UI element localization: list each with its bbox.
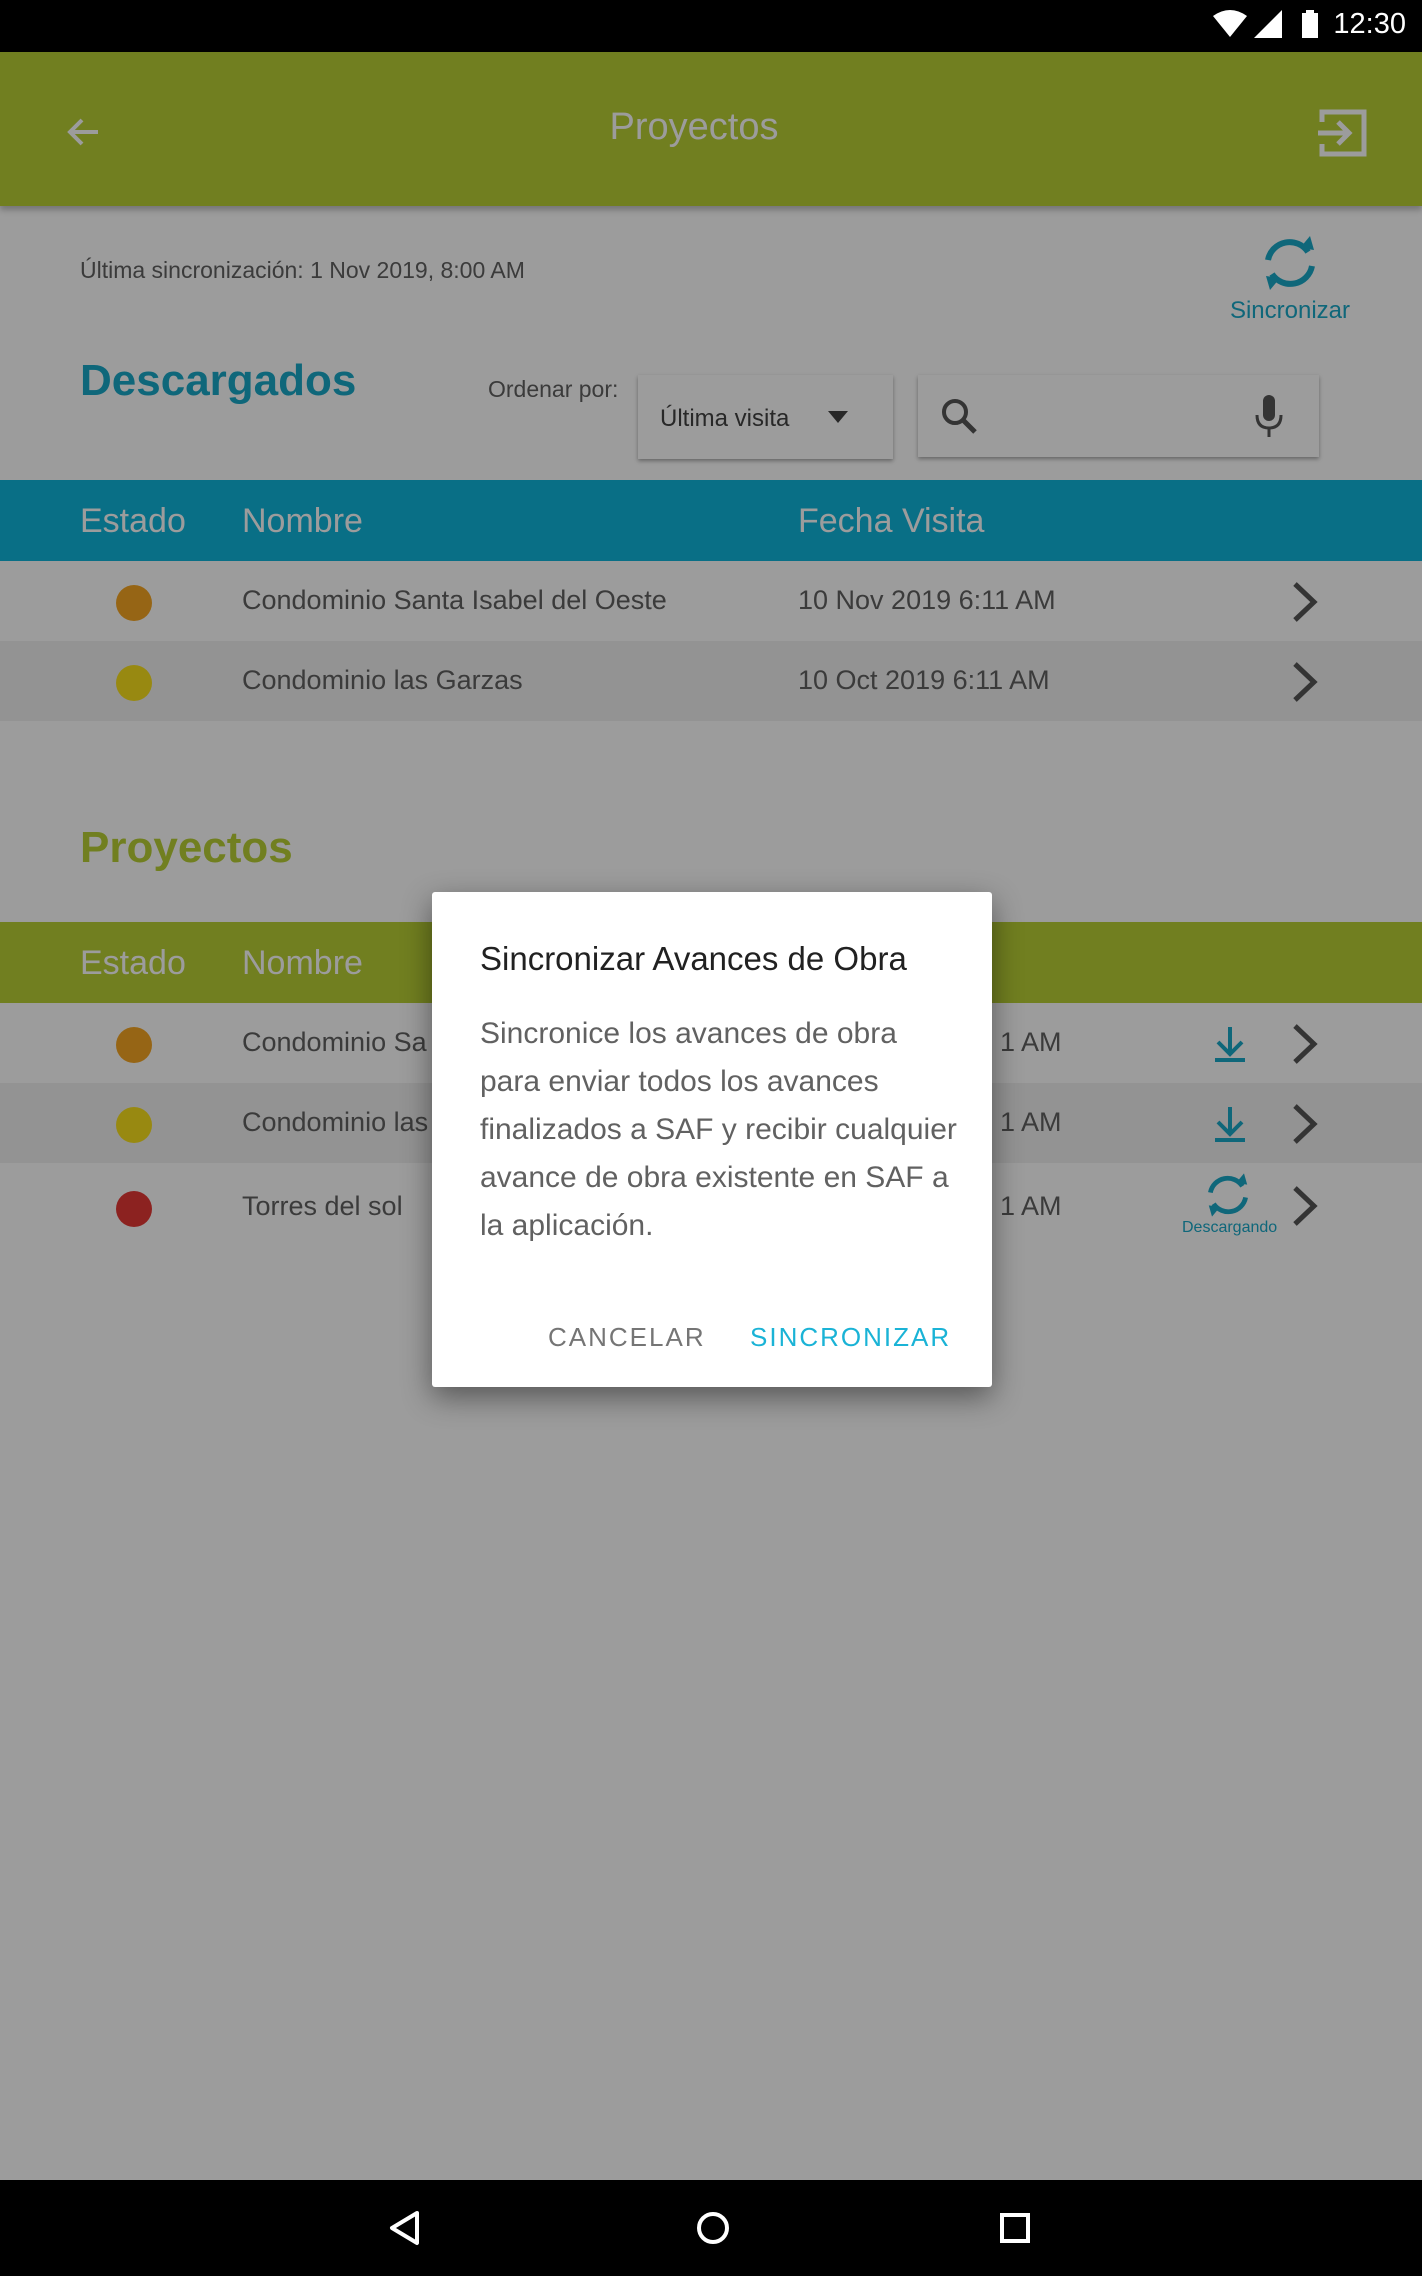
clock: 12:30 <box>1333 8 1406 40</box>
dialog-message: Sincronice los avances de obra para envi… <box>480 1017 957 1242</box>
confirm-sync-button[interactable]: SINCRONIZAR <box>750 1322 951 1353</box>
navigation-bar <box>0 2180 1422 2276</box>
sync-dialog: Sincronizar Avances de Obra Sincronice l… <box>432 892 992 1387</box>
home-icon[interactable] <box>695 2210 731 2246</box>
cell-signal-icon <box>1254 10 1282 38</box>
back-icon[interactable] <box>388 2210 420 2246</box>
recents-icon[interactable] <box>999 2212 1031 2244</box>
dialog-title: Sincronizar Avances de Obra <box>480 940 907 977</box>
wifi-icon <box>1213 10 1247 37</box>
status-bar: 12:30 <box>0 0 1422 52</box>
cancel-button[interactable]: CANCELAR <box>548 1322 706 1353</box>
battery-icon <box>1302 10 1318 38</box>
